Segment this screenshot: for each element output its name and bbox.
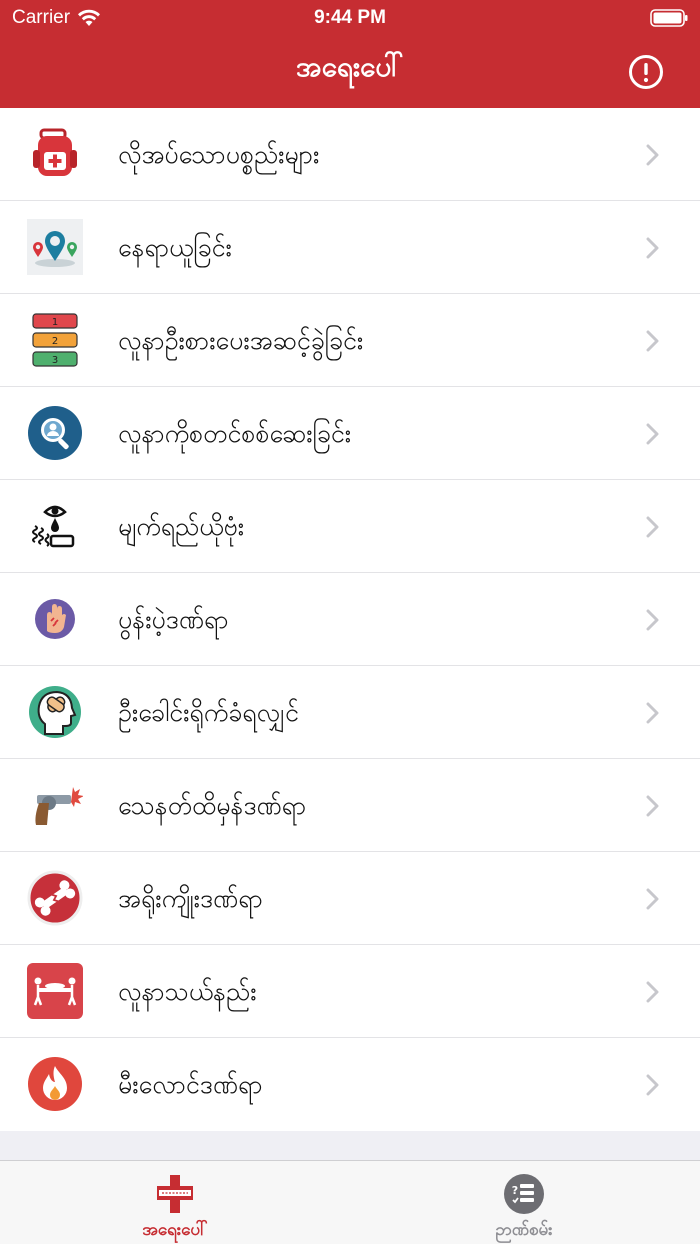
chevron-right-icon [646, 609, 659, 631]
list-item[interactable]: နေရာယူခြင်း [0, 201, 700, 294]
quiz-list-icon: ? [504, 1174, 544, 1214]
chevron-right-icon [646, 423, 659, 445]
list-item[interactable]: မီးလောင်ဒဏ်ရာ [0, 1038, 700, 1131]
emergency-topic-list: လိုအပ်သောပစ္စည်းများ နေရာယူခြင်း 1 2 3 လ… [0, 108, 700, 1131]
abrasion-hand-icon [35, 599, 75, 639]
list-item[interactable]: လိုအပ်သောပစ္စည်းများ [0, 108, 700, 201]
list-item-label: လူနာဦးစားပေးအဆင့်ခွဲခြင်း [118, 326, 364, 355]
navigation-header: Carrier 9:44 PM အရေးပေါ် [0, 0, 700, 108]
list-item-label: လူနာသယ်နည်း [118, 977, 257, 1006]
chevron-right-icon [646, 702, 659, 724]
page-title: အရေးပေါ် [296, 50, 404, 83]
triage-levels-icon: 1 2 3 [32, 313, 78, 367]
list-item-label: လူနာကိုစတင်စစ်ဆေးခြင်း [118, 419, 352, 448]
list-item[interactable]: အရိုးကျိုးဒဏ်ရာ [0, 852, 700, 945]
chevron-right-icon [646, 888, 659, 910]
head-injury-icon [29, 686, 81, 738]
status-time: 9:44 PM [314, 7, 386, 28]
chevron-right-icon [646, 237, 659, 259]
list-item[interactable]: မျက်ရည်ယိုဗုံး [0, 480, 700, 573]
list-item[interactable]: လူနာသယ်နည်း [0, 945, 700, 1038]
red-cross-icon [157, 1175, 193, 1213]
list-item-label: ဦးခေါင်းရိုက်ခံရလျှင် [118, 698, 299, 727]
svg-text:3: 3 [52, 355, 58, 366]
info-circle-icon[interactable] [628, 54, 664, 90]
svg-text:2: 2 [52, 336, 58, 347]
list-item-label: ပွန်းပဲ့ဒဏ်ရာ [118, 605, 229, 634]
chevron-right-icon [646, 330, 659, 352]
chevron-right-icon [646, 516, 659, 538]
list-item-label: သေနတ်ထိမှန်ဒဏ်ရာ [118, 791, 307, 820]
chevron-right-icon [646, 1074, 659, 1096]
battery-icon [650, 9, 688, 27]
gunshot-icon [35, 787, 83, 825]
list-item[interactable]: 1 2 3 လူနာဦးစားပေးအဆင့်ခွဲခြင်း [0, 294, 700, 387]
chevron-right-icon [646, 981, 659, 1003]
chevron-right-icon [646, 795, 659, 817]
tab-quiz[interactable]: ? ဉာဏ်စမ်း [444, 1161, 604, 1244]
list-item-label: မျက်ရည်ယိုဗုံး [118, 512, 245, 541]
list-item[interactable]: သေနတ်ထိမှန်ဒဏ်ရာ [0, 759, 700, 852]
list-item-label: မီးလောင်ဒဏ်ရာ [118, 1070, 263, 1099]
burn-fire-icon [28, 1057, 82, 1111]
first-aid-backpack-icon [33, 128, 77, 176]
tab-label: အရေးပေါ် [142, 1220, 208, 1240]
list-item[interactable]: လူနာကိုစတင်စစ်ဆေးခြင်း [0, 387, 700, 480]
list-item-label: လိုအပ်သောပစ္စည်းများ [118, 140, 320, 169]
tab-label: ဉာဏ်စမ်း [495, 1220, 553, 1240]
list-item[interactable]: ပွန်းပဲ့ဒဏ်ရာ [0, 573, 700, 666]
patient-search-icon [28, 406, 82, 460]
location-pins-icon [27, 219, 83, 275]
svg-text:1: 1 [52, 317, 58, 328]
chevron-right-icon [646, 144, 659, 166]
list-item-label: နေရာယူခြင်း [118, 233, 232, 262]
tab-emergency[interactable]: အရေးပေါ် [95, 1161, 255, 1244]
tab-bar: အရေးပေါ် ? ဉာဏ်စမ်း [0, 1160, 700, 1244]
broken-bone-icon [27, 870, 83, 926]
svg-text:?: ? [512, 1184, 518, 1197]
status-bar: Carrier 9:44 PM [0, 0, 700, 36]
list-item[interactable]: ဦးခေါင်းရိုက်ခံရလျှင် [0, 666, 700, 759]
tear-gas-icon [32, 505, 75, 548]
stretcher-carry-icon [27, 963, 83, 1019]
list-item-label: အရိုးကျိုးဒဏ်ရာ [118, 884, 263, 913]
